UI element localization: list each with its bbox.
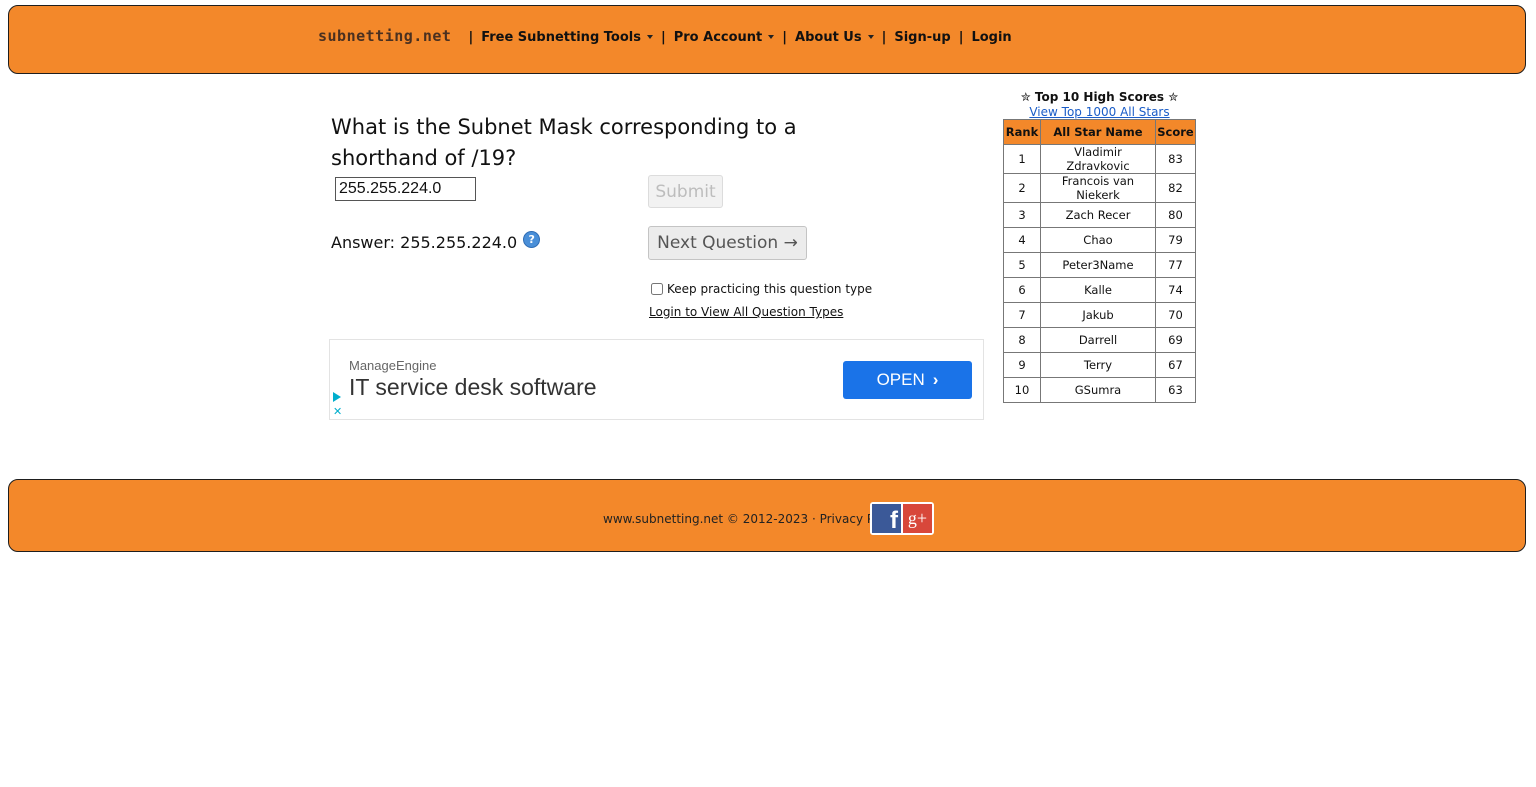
caret-down-icon bbox=[646, 34, 653, 39]
chevron-right-icon: › bbox=[932, 370, 939, 389]
name-cell: Vladimir Zdravkovic bbox=[1040, 144, 1156, 174]
name-cell: Peter3Name bbox=[1040, 252, 1156, 278]
table-row: 10 GSumra 63 bbox=[1003, 377, 1196, 403]
nav-pro-account[interactable]: Pro Account bbox=[674, 30, 775, 45]
table-row: 7 Jakub 70 bbox=[1003, 302, 1196, 328]
score-cell: 82 bbox=[1155, 173, 1196, 203]
table-row: 2 Francois van Niekerk 82 bbox=[1003, 173, 1196, 203]
keep-practicing-option[interactable]: Keep practicing this question type bbox=[651, 282, 872, 296]
score-cell: 67 bbox=[1155, 352, 1196, 378]
score-cell: 79 bbox=[1155, 227, 1196, 253]
name-cell: Terry bbox=[1040, 352, 1156, 378]
score-cell: 77 bbox=[1155, 252, 1196, 278]
ad-open-button[interactable]: OPEN › bbox=[843, 361, 972, 399]
help-icon[interactable]: ? bbox=[523, 231, 541, 248]
nav-free-tools-label: Free Subnetting Tools bbox=[481, 29, 641, 45]
caret-down-icon bbox=[768, 34, 775, 39]
highscores-table: Rank All Star Name Score 1 Vladimir Zdrav… bbox=[1003, 119, 1196, 403]
rank-cell: 2 bbox=[1003, 173, 1041, 203]
ad-close-icon[interactable]: ✕ bbox=[333, 405, 342, 418]
ad-title[interactable]: IT service desk software bbox=[349, 374, 597, 401]
name-cell: Jakub bbox=[1040, 302, 1156, 328]
column-header-name: All Star Name bbox=[1040, 119, 1156, 145]
rank-cell: 3 bbox=[1003, 202, 1041, 228]
score-cell: 80 bbox=[1155, 202, 1196, 228]
main-nav: subnetting.net | Free Subnetting Tools |… bbox=[318, 27, 1012, 46]
rank-cell: 5 bbox=[1003, 252, 1041, 278]
keep-practicing-label: Keep practicing this question type bbox=[667, 282, 873, 296]
keep-practicing-checkbox[interactable] bbox=[651, 283, 663, 295]
score-cell: 70 bbox=[1155, 302, 1196, 328]
table-row: 8 Darrell 69 bbox=[1003, 327, 1196, 353]
rank-cell: 6 bbox=[1003, 277, 1041, 303]
score-cell: 83 bbox=[1155, 144, 1196, 174]
nav-separator: | bbox=[782, 29, 788, 45]
answer-line: Answer: 255.255.224.0 ? bbox=[331, 231, 541, 252]
ad-brand: ManageEngine bbox=[349, 358, 437, 373]
name-cell: Darrell bbox=[1040, 327, 1156, 353]
nav-separator: | bbox=[881, 29, 887, 45]
answer-value: 255.255.224.0 bbox=[400, 233, 518, 252]
name-cell: GSumra bbox=[1040, 377, 1156, 403]
rank-cell: 8 bbox=[1003, 327, 1041, 353]
nav-separator: | bbox=[958, 29, 964, 45]
login-view-all-link[interactable]: Login to View All Question Types bbox=[649, 305, 843, 319]
table-row: 9 Terry 67 bbox=[1003, 352, 1196, 378]
submit-button[interactable]: Submit bbox=[648, 175, 723, 208]
name-cell: Zach Recer bbox=[1040, 202, 1156, 228]
nav-free-tools[interactable]: Free Subnetting Tools bbox=[481, 30, 653, 45]
answer-prefix: Answer: bbox=[331, 233, 396, 252]
footer-text: www.subnetting.net © 2012-2023 · Privacy… bbox=[603, 512, 901, 526]
rank-cell: 10 bbox=[1003, 377, 1041, 403]
table-header-row: Rank All Star Name Score bbox=[1003, 119, 1196, 145]
next-question-button[interactable]: Next Question → bbox=[648, 226, 807, 260]
answer-input[interactable] bbox=[335, 177, 476, 201]
table-row: 1 Vladimir Zdravkovic 83 bbox=[1003, 144, 1196, 174]
adchoices-icon[interactable] bbox=[333, 392, 341, 402]
table-row: 3 Zach Recer 80 bbox=[1003, 202, 1196, 228]
nav-sign-up[interactable]: Sign-up bbox=[894, 30, 950, 45]
ad-open-label: OPEN bbox=[876, 370, 925, 389]
caret-down-icon bbox=[867, 34, 874, 39]
name-cell: Chao bbox=[1040, 227, 1156, 253]
nav-about-us-label: About Us bbox=[795, 29, 862, 45]
column-header-rank: Rank bbox=[1003, 119, 1041, 145]
view-top-1000-link[interactable]: View Top 1000 All Stars bbox=[1003, 105, 1196, 119]
score-cell: 63 bbox=[1155, 377, 1196, 403]
name-cell: Francois van Niekerk bbox=[1040, 173, 1156, 203]
facebook-icon[interactable]: f bbox=[872, 504, 901, 533]
rank-cell: 7 bbox=[1003, 302, 1041, 328]
copyright-text: www.subnetting.net © 2012-2023 · bbox=[603, 512, 816, 526]
table-row: 6 Kalle 74 bbox=[1003, 277, 1196, 303]
score-cell: 69 bbox=[1155, 327, 1196, 353]
advertisement[interactable]: ManageEngine IT service desk software OP… bbox=[329, 339, 984, 420]
name-cell: Kalle bbox=[1040, 277, 1156, 303]
rank-cell: 9 bbox=[1003, 352, 1041, 378]
nav-login[interactable]: Login bbox=[971, 30, 1011, 45]
nav-separator: | bbox=[660, 29, 666, 45]
rank-cell: 1 bbox=[1003, 144, 1041, 174]
nav-separator: | bbox=[468, 29, 474, 45]
nav-pro-account-label: Pro Account bbox=[673, 29, 763, 45]
table-row: 4 Chao 79 bbox=[1003, 227, 1196, 253]
highscores-title: ✮ Top 10 High Scores ✮ bbox=[1020, 90, 1179, 104]
column-header-score: Score bbox=[1155, 119, 1196, 145]
social-links: f g+ bbox=[870, 502, 934, 535]
table-row: 5 Peter3Name 77 bbox=[1003, 252, 1196, 278]
site-logo[interactable]: subnetting.net bbox=[318, 27, 451, 45]
nav-about-us[interactable]: About Us bbox=[795, 30, 874, 45]
question-text: What is the Subnet Mask corresponding to… bbox=[331, 115, 797, 170]
score-cell: 74 bbox=[1155, 277, 1196, 303]
rank-cell: 4 bbox=[1003, 227, 1041, 253]
google-plus-icon[interactable]: g+ bbox=[903, 504, 932, 533]
